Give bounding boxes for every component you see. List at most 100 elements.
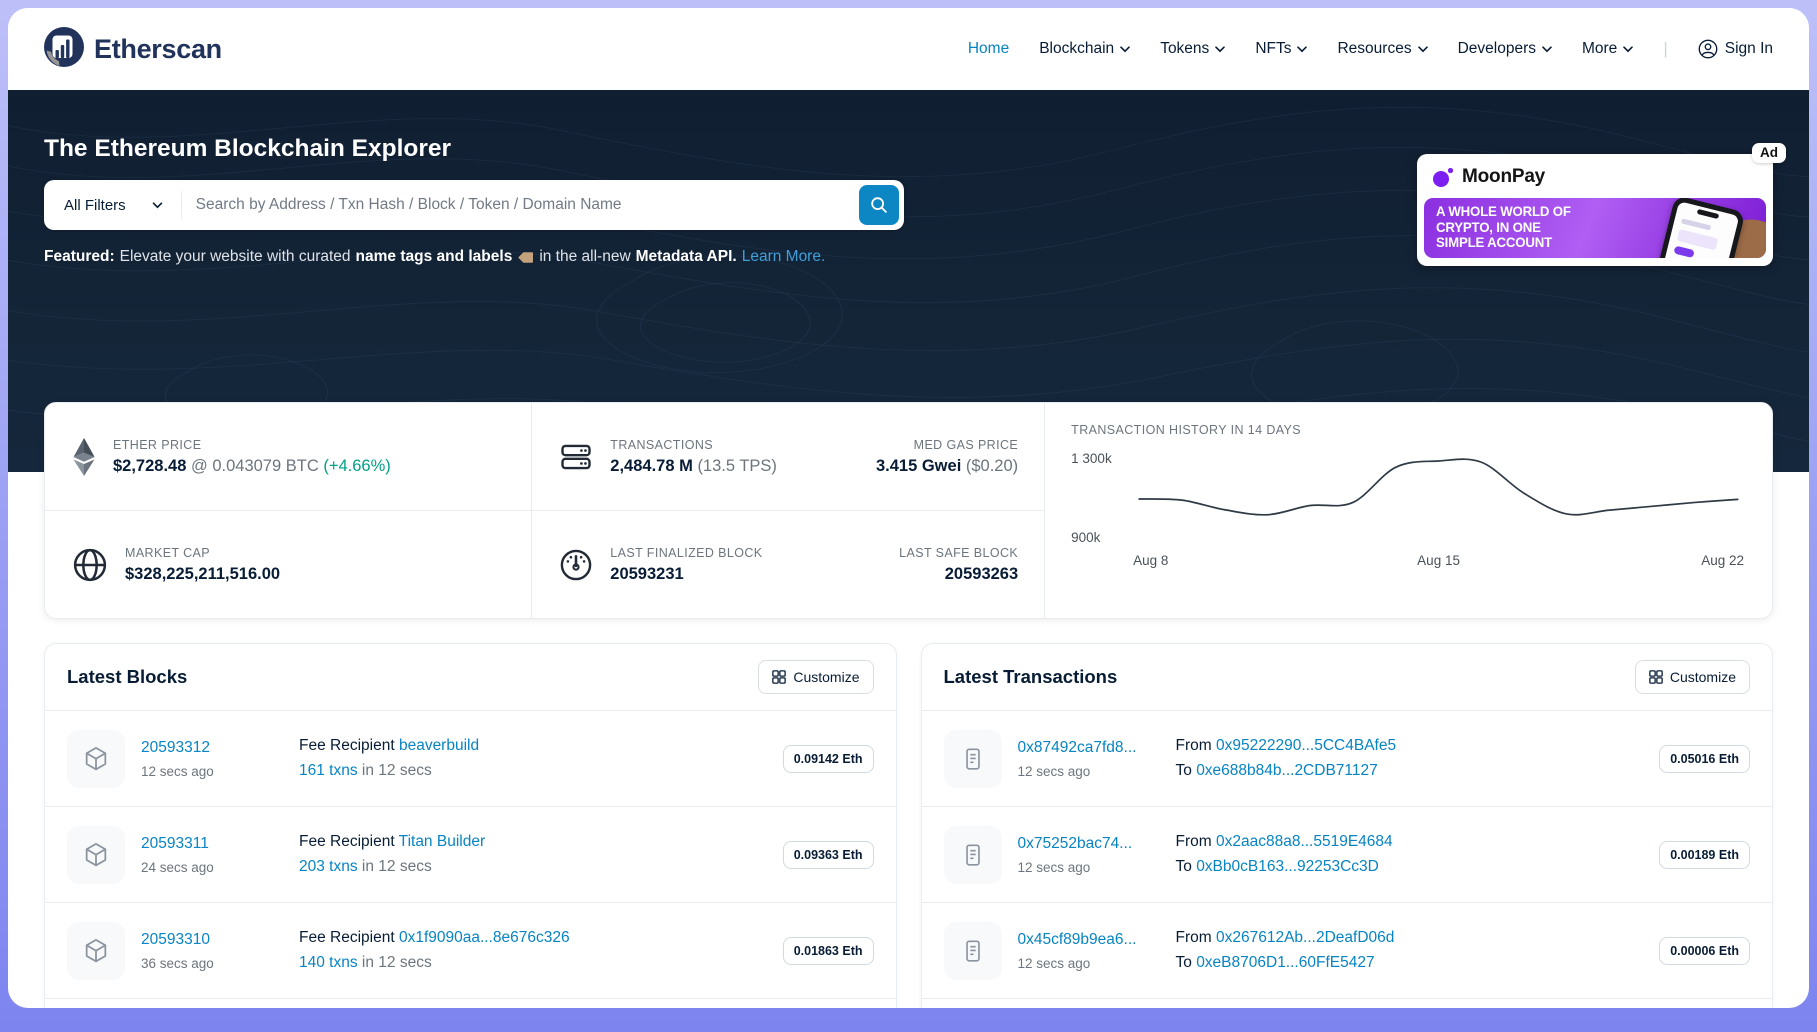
- blocks-cell: LAST FINALIZED BLOCK 20593231 LAST SAFE …: [532, 510, 1044, 618]
- transaction-document-icon: [944, 922, 1002, 980]
- brand-name: Etherscan: [94, 34, 222, 65]
- latest-transactions-title: Latest Transactions: [944, 666, 1118, 688]
- latest-blocks-panel: Latest Blocks Customize 20593312 12 secs…: [44, 643, 897, 1008]
- panels-row: Latest Blocks Customize 20593312 12 secs…: [44, 643, 1773, 1008]
- med-gas-price-label: MED GAS PRICE: [876, 438, 1018, 452]
- fee-recipient-link[interactable]: beaverbuild: [399, 737, 479, 754]
- market-cap-label: MARKET CAP: [125, 546, 280, 560]
- stats-column-price: ETHER PRICE $2,728.48 @ 0.043079 BTC (+4…: [45, 403, 531, 618]
- block-txns-link[interactable]: 140 txns: [299, 954, 358, 971]
- txn-time: 12 secs ago: [1018, 956, 1176, 971]
- page-frame: Etherscan Home Blockchain Tokens NFTs Re…: [8, 8, 1809, 1008]
- last-finalized-block-value[interactable]: 20593231: [610, 565, 762, 584]
- search-input[interactable]: [182, 196, 859, 214]
- market-cap-value[interactable]: $328,225,211,516.00: [125, 565, 280, 584]
- txn-time: 12 secs ago: [1018, 764, 1176, 779]
- y-axis-max-label: 1 300k: [1071, 451, 1112, 466]
- ether-price-change: (+4.66%): [323, 457, 390, 475]
- transaction-row: 0x87492ca7fd8... 12 secs ago From 0x9522…: [922, 711, 1773, 807]
- last-safe-block-value[interactable]: 20593263: [899, 565, 1018, 584]
- network-stats-card: ETHER PRICE $2,728.48 @ 0.043079 BTC (+4…: [44, 402, 1773, 619]
- nav-tokens[interactable]: Tokens: [1160, 40, 1225, 58]
- ether-price-value: $2,728.48 @ 0.043079 BTC (+4.66%): [113, 457, 391, 476]
- ad-badge: Ad: [1752, 143, 1786, 163]
- block-reward-badge: 0.09363 Eth: [783, 841, 874, 869]
- ether-price-btc: @ 0.043079 BTC: [191, 457, 319, 475]
- customize-transactions-button[interactable]: Customize: [1635, 660, 1750, 694]
- txn-to-link[interactable]: 0xBb0cB163...92253Cc3D: [1196, 858, 1379, 875]
- txn-from-link[interactable]: 0x95222290...5CC4BAfe5: [1216, 737, 1396, 754]
- page-title: The Ethereum Blockchain Explorer: [44, 134, 1417, 164]
- latest-transactions-panel: Latest Transactions Customize 0x87492ca7…: [921, 643, 1774, 1008]
- stats-column-chart: TRANSACTION HISTORY IN 14 DAYS 1 300k 90…: [1044, 403, 1772, 618]
- y-axis-min-label: 900k: [1071, 530, 1100, 545]
- block-time: 12 secs ago: [141, 764, 299, 779]
- customize-blocks-button[interactable]: Customize: [758, 660, 873, 694]
- nav-divider: |: [1663, 39, 1667, 59]
- moonpay-ad[interactable]: Ad MoonPay A WHOLE WORLD OF CRYPTO, IN O…: [1417, 154, 1773, 266]
- txn-amount-badge: 0.00189 Eth: [1659, 841, 1750, 869]
- etherscan-logo-icon: [44, 27, 84, 72]
- block-number-link[interactable]: 20593310: [141, 931, 210, 948]
- block-row: 20593311 24 secs ago Fee Recipient Titan…: [45, 807, 896, 903]
- block-icon: [67, 922, 125, 980]
- block-icon: [67, 730, 125, 788]
- top-navigation-bar: Etherscan Home Blockchain Tokens NFTs Re…: [8, 8, 1809, 90]
- etherscan-logo[interactable]: Etherscan: [44, 27, 222, 72]
- chart-x-axis: Aug 8 Aug 15 Aug 22: [1133, 551, 1744, 571]
- block-txns-link[interactable]: 161 txns: [299, 762, 358, 779]
- tag-icon: [517, 251, 534, 264]
- txn-amount-badge: 0.00006 Eth: [1659, 937, 1750, 965]
- block-time: 36 secs ago: [141, 956, 299, 971]
- nav-blockchain[interactable]: Blockchain: [1039, 40, 1130, 58]
- transaction-document-icon: [944, 826, 1002, 884]
- featured-label: Featured:: [44, 248, 115, 266]
- chevron-down-icon: [152, 202, 163, 209]
- chevron-down-icon: [1215, 46, 1225, 53]
- nav-more[interactable]: More: [1582, 40, 1633, 58]
- fee-recipient-link[interactable]: 0x1f9090aa...8e676c326: [399, 929, 570, 946]
- block-row: 20593312 12 secs ago Fee Recipient beave…: [45, 711, 896, 807]
- block-number-link[interactable]: 20593312: [141, 739, 210, 756]
- chevron-down-icon: [1623, 46, 1633, 53]
- transaction-row: 0x45cf89b9ea6... 12 secs ago From 0x2676…: [922, 903, 1773, 999]
- txn-hash-link[interactable]: 0x87492ca7fd8...: [1018, 739, 1137, 756]
- med-gas-price-value: 3.415 Gwei ($0.20): [876, 457, 1018, 476]
- txn-hash-link[interactable]: 0x75252bac74...: [1018, 835, 1133, 852]
- transaction-row: 0x75252bac74... 12 secs ago From 0x2aac8…: [922, 807, 1773, 903]
- nav-developers[interactable]: Developers: [1458, 40, 1552, 58]
- txn-to-link[interactable]: 0xeB8706D1...60FfE5427: [1196, 954, 1374, 971]
- block-reward-badge: 0.01863 Eth: [783, 937, 874, 965]
- ethereum-icon: [71, 437, 97, 477]
- latest-blocks-title: Latest Blocks: [67, 666, 187, 688]
- x-tick-aug8: Aug 8: [1133, 553, 1168, 568]
- txn-to-link[interactable]: 0xe688b84b...2CDB71127: [1196, 762, 1378, 779]
- chevron-down-icon: [1297, 46, 1307, 53]
- sign-in-button[interactable]: Sign In: [1698, 39, 1773, 59]
- fee-recipient-link[interactable]: Titan Builder: [399, 833, 485, 850]
- person-circle-icon: [1698, 39, 1718, 59]
- grid-icon: [772, 670, 786, 684]
- txn-hash-link[interactable]: 0x45cf89b9ea6...: [1018, 931, 1137, 948]
- ether-price-usd[interactable]: $2,728.48: [113, 457, 186, 475]
- moonpay-logo: MoonPay: [1417, 154, 1773, 198]
- transaction-history-chart: 1 300k 900k: [1071, 451, 1744, 547]
- nav-nfts[interactable]: NFTs: [1255, 40, 1307, 58]
- nav-home[interactable]: Home: [968, 40, 1009, 58]
- txn-from-link[interactable]: 0x2aac88a8...5519E4684: [1216, 833, 1393, 850]
- search-button[interactable]: [859, 185, 899, 225]
- search-filter-dropdown[interactable]: All Filters: [44, 191, 182, 219]
- block-row: 20593310 36 secs ago Fee Recipient 0x1f9…: [45, 903, 896, 999]
- globe-icon: [71, 546, 109, 584]
- learn-more-link[interactable]: Learn More.: [742, 248, 826, 266]
- txn-time: 12 secs ago: [1018, 860, 1176, 875]
- nav-resources[interactable]: Resources: [1337, 40, 1427, 58]
- block-number-link[interactable]: 20593311: [141, 835, 209, 852]
- gauge-icon: [558, 547, 594, 583]
- block-txns-link[interactable]: 203 txns: [299, 858, 358, 875]
- block-icon: [67, 826, 125, 884]
- ether-price-label: ETHER PRICE: [113, 438, 391, 452]
- txn-from-link[interactable]: 0x267612Ab...2DeafD06d: [1216, 929, 1394, 946]
- chevron-down-icon: [1418, 46, 1428, 53]
- ether-price-cell: ETHER PRICE $2,728.48 @ 0.043079 BTC (+4…: [45, 403, 531, 510]
